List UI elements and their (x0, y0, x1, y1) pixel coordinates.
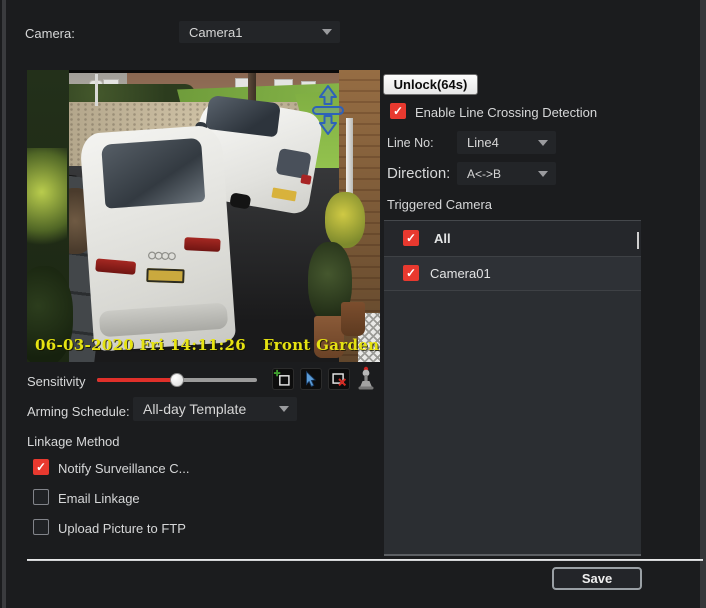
window-right-edge (700, 0, 706, 608)
pointer-tool-button[interactable] (300, 368, 322, 390)
move-arrows-icon (310, 84, 346, 136)
osd-timestamp: 06-03-2020 Fri 14:11:26 (35, 336, 246, 354)
linkage-label-notify[interactable]: Notify Surveillance C... (58, 461, 190, 476)
sensitivity-slider-thumb[interactable] (170, 373, 184, 387)
scrollbar-thumb[interactable] (637, 232, 639, 249)
direction-select[interactable]: A<->B (457, 162, 556, 185)
triggered-camera-list: ✓ All ✓ Camera01 (384, 220, 641, 556)
joystick-button[interactable] (356, 366, 376, 391)
check-icon: ✓ (406, 232, 416, 244)
line-no-label: Line No: (387, 136, 434, 150)
camera-row-label: Camera01 (430, 266, 491, 281)
linkage-checkbox-email[interactable] (33, 489, 49, 505)
chevron-down-icon (279, 406, 289, 412)
direction-label: Direction: (387, 165, 450, 182)
joystick-icon (356, 366, 376, 391)
audi-rings-icon (147, 250, 177, 261)
sensitivity-label: Sensitivity (27, 374, 86, 389)
line-no-value: Line4 (467, 135, 532, 150)
enable-detection-label[interactable]: Enable Line Crossing Detection (415, 105, 597, 120)
scene-lamppost (95, 74, 98, 106)
chevron-down-icon (538, 140, 548, 146)
linkage-checkbox-notify[interactable]: ✓ (33, 459, 49, 475)
sensitivity-slider[interactable] (97, 378, 257, 382)
draw-region-icon (273, 368, 293, 390)
arming-schedule-select[interactable]: All-day Template (133, 397, 297, 421)
check-icon: ✓ (406, 267, 416, 279)
linkage-label-email[interactable]: Email Linkage (58, 491, 140, 506)
camera-row-label: All (434, 231, 451, 246)
arming-schedule-value: All-day Template (143, 401, 273, 417)
line-crossing-detection-window: Camera: Camera1 (0, 0, 706, 608)
chevron-down-icon (538, 171, 548, 177)
camera-checkbox-all[interactable]: ✓ (403, 230, 419, 246)
check-icon: ✓ (393, 105, 403, 117)
draw-region-button[interactable] (272, 368, 294, 390)
check-icon: ✓ (36, 461, 46, 473)
linkage-checkbox-ftp[interactable] (33, 519, 49, 535)
camera-select[interactable]: Camera1 (179, 21, 340, 43)
enable-detection-checkbox[interactable]: ✓ (390, 103, 406, 119)
linkage-label-ftp[interactable]: Upload Picture to FTP (58, 521, 186, 536)
window-left-edge (2, 0, 6, 608)
scene-yellow-bush (325, 192, 365, 248)
camera-label: Camera: (25, 26, 75, 41)
chevron-down-icon (322, 29, 332, 35)
camera-select-value: Camera1 (189, 25, 316, 40)
unlock-button[interactable]: Unlock(64s) (383, 74, 478, 95)
pointer-icon (301, 368, 321, 390)
scene-car-sedan (74, 120, 245, 362)
camera-row-all[interactable]: ✓ All (384, 221, 641, 257)
direction-value: A<->B (467, 167, 532, 181)
scene-plant-pot (341, 302, 365, 336)
video-preview[interactable]: 06-03-2020 Fri 14:11:26 Front Garden (27, 70, 380, 362)
triggered-camera-title: Triggered Camera (387, 197, 492, 212)
camera-checkbox-camera01[interactable]: ✓ (403, 265, 419, 281)
delete-region-button[interactable] (328, 368, 350, 390)
save-button[interactable]: Save (552, 567, 642, 590)
line-no-select[interactable]: Line4 (457, 131, 556, 154)
delete-region-icon (329, 368, 349, 390)
sensitivity-slider-fill (97, 378, 177, 382)
footer-divider (27, 559, 703, 561)
linkage-method-title: Linkage Method (27, 434, 120, 449)
arming-schedule-label: Arming Schedule: (27, 404, 130, 419)
osd-location: Front Garden (263, 336, 379, 354)
camera-row-camera01[interactable]: ✓ Camera01 (384, 257, 641, 291)
